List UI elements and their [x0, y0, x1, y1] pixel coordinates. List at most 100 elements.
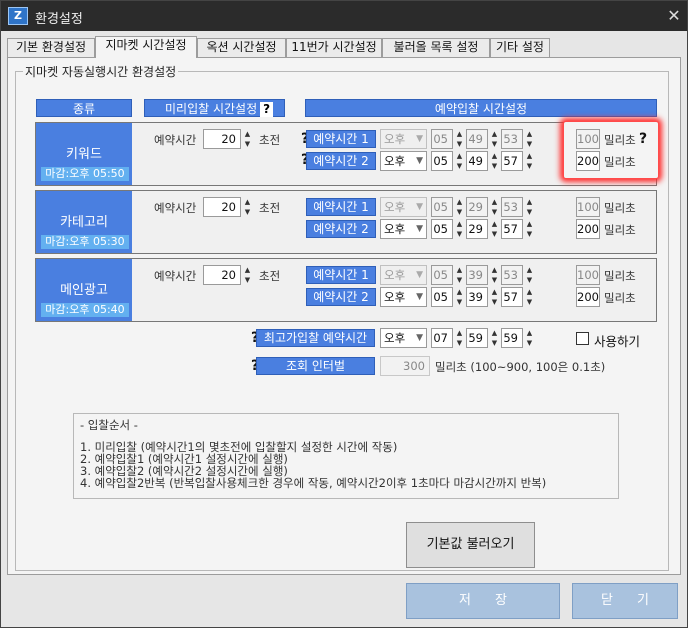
hour-spinner[interactable]: ▲ ▼ [455, 328, 464, 348]
hour-input[interactable]: 05 [431, 287, 453, 307]
chevron-down-icon: ▼ [416, 156, 423, 166]
minute-spinner[interactable]: ▲ ▼ [490, 328, 499, 348]
close-window-icon[interactable]: ✕ [665, 7, 683, 25]
hour-input[interactable]: 05 [431, 197, 453, 217]
hour-input[interactable]: 07 [431, 328, 453, 348]
hour-spinner[interactable]: ▲ ▼ [455, 287, 464, 307]
ms-input[interactable]: 100 [576, 197, 600, 217]
second-input[interactable]: 57 [501, 151, 523, 171]
category-name: 메인광고 [60, 283, 108, 298]
header-category: 종류 [36, 99, 132, 117]
second-input[interactable]: 57 [501, 219, 523, 239]
close-button[interactable]: 닫기 [572, 583, 678, 619]
reserve-time-2-button[interactable]: 예약시간 2 [306, 288, 376, 306]
hour-input[interactable]: 05 [431, 129, 453, 149]
hour-input[interactable]: 05 [431, 219, 453, 239]
ampm-value: 오후 [384, 200, 406, 214]
tab-auction-time[interactable]: 옥션 시간설정 [197, 38, 286, 57]
help-icon[interactable]: ? [260, 102, 274, 117]
save-button[interactable]: 저장 [406, 583, 560, 619]
second-spinner[interactable]: ▲ ▼ [525, 219, 534, 239]
minute-spinner[interactable]: ▲ ▼ [490, 219, 499, 239]
reserve-time-1-button[interactable]: 예약시간 1 [306, 198, 376, 216]
minute-input[interactable]: 49 [466, 151, 488, 171]
pre-bid-spinner[interactable]: ▲ ▼ [243, 265, 252, 285]
interval-button[interactable]: 조회 인터벌 [256, 357, 375, 375]
ampm-select[interactable]: 오후 ▼ [380, 129, 427, 149]
minute-input[interactable]: 29 [466, 197, 488, 217]
tab-gmarket-time[interactable]: 지마켓 시간설정 [95, 36, 197, 58]
tab-11st-time[interactable]: 11번가 시간설정 [286, 38, 382, 57]
hour-spinner[interactable]: ▲ ▼ [455, 219, 464, 239]
group-title: 지마켓 자동실행시간 환경설정 [23, 63, 179, 80]
second-spinner[interactable]: ▲ ▼ [525, 151, 534, 171]
second-input[interactable]: 57 [501, 287, 523, 307]
pre-bid-seconds-input[interactable]: 20 [203, 265, 241, 285]
ampm-select[interactable]: 오후 ▼ [380, 151, 427, 171]
ms-unit-label: 밀리초 [604, 155, 636, 169]
minute-input[interactable]: 59 [466, 328, 488, 348]
reserve-time-2-button[interactable]: 예약시간 2 [306, 152, 376, 170]
minute-input[interactable]: 29 [466, 219, 488, 239]
second-input[interactable]: 53 [501, 197, 523, 217]
second-spinner[interactable]: ▲ ▼ [525, 129, 534, 149]
help-icon[interactable]: ? [637, 131, 649, 147]
hour-spinner[interactable]: ▲ ▼ [455, 129, 464, 149]
header-pre-bid: 미리입찰 시간설정? [144, 99, 285, 117]
pre-bid-spinner[interactable]: ▲ ▼ [243, 197, 252, 217]
pre-bid-seconds-input[interactable]: 20 [203, 197, 241, 217]
ampm-select[interactable]: 오후 ▼ [380, 265, 427, 285]
reserve-label: 예약시간 [154, 269, 197, 283]
hour-spinner[interactable]: ▲ ▼ [455, 151, 464, 171]
second-spinner[interactable]: ▲ ▼ [525, 265, 534, 285]
pre-bid-seconds-input[interactable]: 20 [203, 129, 241, 149]
ampm-select[interactable]: 오후 ▼ [380, 328, 427, 348]
chevron-down-icon: ▼ [416, 333, 423, 343]
ms-input[interactable]: 200 [576, 151, 600, 171]
hour-spinner[interactable]: ▲ ▼ [455, 197, 464, 217]
second-input[interactable]: 53 [501, 265, 523, 285]
load-defaults-button[interactable]: 기본값 불러오기 [406, 522, 535, 568]
max-bid-time-button[interactable]: 최고가입찰 예약시간 [256, 329, 375, 347]
ms-unit-label: 밀리초 [604, 201, 636, 215]
category-keyword: 키워드 마감:오후 05:50 [36, 123, 132, 185]
minute-input[interactable]: 39 [466, 287, 488, 307]
reserve-time-1-button[interactable]: 예약시간 1 [306, 130, 376, 148]
minute-spinner[interactable]: ▲ ▼ [490, 265, 499, 285]
minute-spinner[interactable]: ▲ ▼ [490, 129, 499, 149]
category-name: 카테고리 [60, 215, 108, 230]
title-bar: Z 환경설정 ✕ [1, 1, 687, 31]
ms-input[interactable]: 100 [576, 265, 600, 285]
ampm-value: 오후 [384, 154, 406, 168]
minute-input[interactable]: 49 [466, 129, 488, 149]
ms-input[interactable]: 100 [576, 129, 600, 149]
hour-input[interactable]: 05 [431, 265, 453, 285]
minute-input[interactable]: 39 [466, 265, 488, 285]
tab-basic-settings[interactable]: 기본 환경설정 [7, 38, 95, 57]
ms-input[interactable]: 200 [576, 287, 600, 307]
ampm-select[interactable]: 오후 ▼ [380, 287, 427, 307]
ampm-select[interactable]: 오후 ▼ [380, 197, 427, 217]
tab-other-settings[interactable]: 기타 설정 [490, 38, 550, 57]
pre-bid-spinner[interactable]: ▲ ▼ [243, 129, 252, 149]
use-checkbox[interactable] [576, 332, 589, 345]
ms-input[interactable]: 200 [576, 219, 600, 239]
second-input[interactable]: 59 [501, 328, 523, 348]
ampm-select[interactable]: 오후 ▼ [380, 219, 427, 239]
hour-input[interactable]: 05 [431, 151, 453, 171]
second-spinner[interactable]: ▲ ▼ [525, 197, 534, 217]
reserve-time-2-button[interactable]: 예약시간 2 [306, 220, 376, 238]
deadline-label: 마감:오후 05:40 [41, 303, 129, 317]
tab-load-list[interactable]: 불러올 목록 설정 [382, 38, 490, 57]
interval-input[interactable]: 300 [380, 356, 430, 376]
minute-spinner[interactable]: ▲ ▼ [490, 197, 499, 217]
app-icon: Z [8, 7, 28, 25]
minute-spinner[interactable]: ▲ ▼ [490, 151, 499, 171]
category-category: 카테고리 마감:오후 05:30 [36, 191, 132, 253]
minute-spinner[interactable]: ▲ ▼ [490, 287, 499, 307]
second-spinner[interactable]: ▲ ▼ [525, 328, 534, 348]
hour-spinner[interactable]: ▲ ▼ [455, 265, 464, 285]
second-input[interactable]: 53 [501, 129, 523, 149]
second-spinner[interactable]: ▲ ▼ [525, 287, 534, 307]
reserve-time-1-button[interactable]: 예약시간 1 [306, 266, 376, 284]
